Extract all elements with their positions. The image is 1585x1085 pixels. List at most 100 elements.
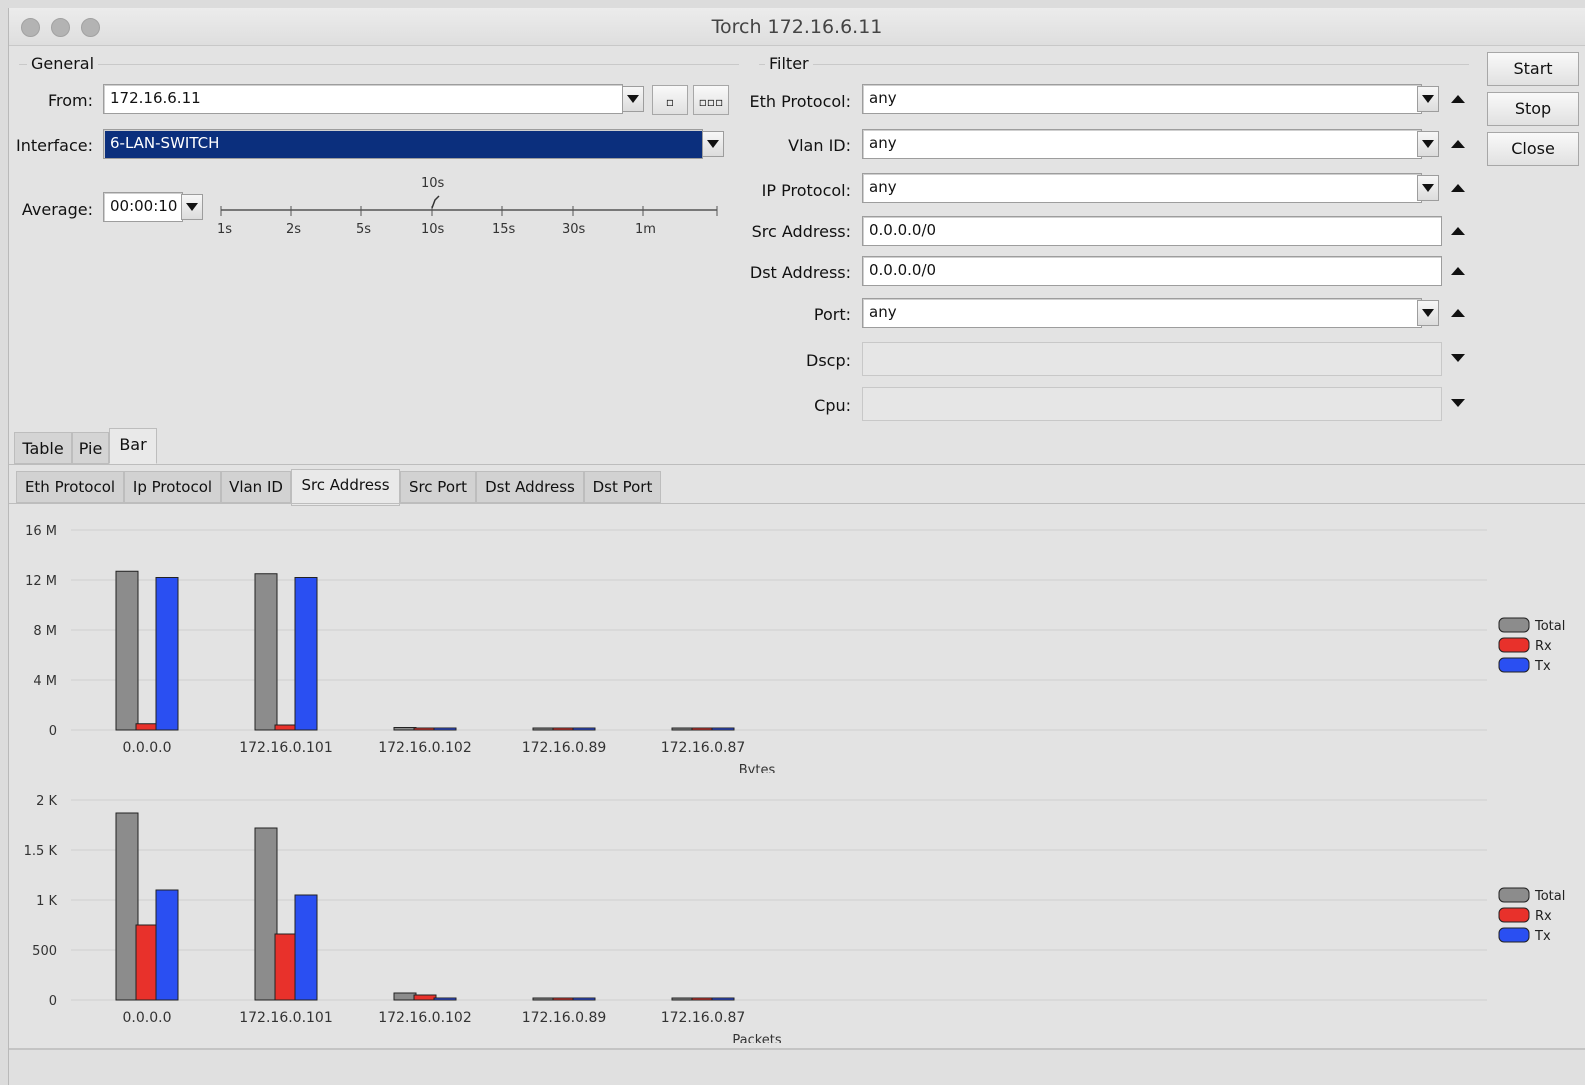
bar-total: [115, 570, 139, 731]
y-tick-label: 500: [32, 944, 57, 959]
tab-dst-address[interactable]: Dst Address: [476, 471, 584, 503]
collapse-up-icon[interactable]: [1451, 140, 1465, 148]
bar-tx: [711, 727, 735, 731]
from-input[interactable]: 172.16.6.11: [103, 84, 623, 114]
expand-down-icon[interactable]: [1451, 399, 1465, 407]
tab-dst-port[interactable]: Dst Port: [584, 471, 661, 503]
chevron-down-icon: [1422, 309, 1434, 317]
status-bar: [9, 1048, 1585, 1085]
slider-tick-label: 1m: [635, 222, 656, 237]
torch-window: Torch 172.16.6.11 General From: 172.16.6…: [8, 8, 1585, 1085]
bar-tx: [572, 727, 596, 731]
x-axis-label: Packets: [732, 1033, 782, 1043]
dscp-input[interactable]: [862, 342, 1442, 376]
category-label: 172.16.0.89: [522, 1010, 607, 1026]
category-label: 172.16.0.102: [378, 1010, 472, 1026]
category-label: 0.0.0.0: [123, 1010, 172, 1026]
bytes-chart: 0 4 M 8 M 12 M 16 M 0.0.0.0 172.16.0.101 172.16…: [25, 524, 1565, 773]
tab-eth-protocol[interactable]: Eth Protocol: [16, 471, 124, 503]
ip-protocol-label: IP Protocol:: [761, 181, 851, 200]
port-dropdown-button[interactable]: [1417, 300, 1439, 326]
legend-swatch: [1498, 907, 1530, 923]
bar-rx: [552, 997, 576, 1001]
legend-label: Rx: [1535, 639, 1552, 654]
subtabs-divider: [9, 503, 1585, 504]
bar-tx: [572, 997, 596, 1001]
ip-protocol-dropdown-button[interactable]: [1417, 175, 1439, 201]
expand-down-icon[interactable]: [1451, 354, 1465, 362]
legend-swatch: [1498, 927, 1530, 943]
bar-tx: [155, 577, 179, 731]
vlan-id-select[interactable]: any: [862, 129, 1422, 159]
tab-pie[interactable]: Pie: [72, 432, 109, 464]
vlan-id-dropdown-button[interactable]: [1417, 131, 1439, 157]
slider-tick-label: 30s: [562, 222, 586, 237]
cpu-input[interactable]: [862, 387, 1442, 421]
vlan-id-label: Vlan ID:: [788, 136, 851, 155]
add-single-button[interactable]: ▫: [652, 85, 688, 115]
tab-src-address[interactable]: Src Address: [291, 469, 400, 506]
tab-table[interactable]: Table: [14, 432, 72, 464]
legend-swatch: [1498, 637, 1530, 653]
bar-tx: [711, 997, 735, 1001]
src-address-input[interactable]: 0.0.0.0/0: [862, 216, 1442, 246]
close-button[interactable]: Close: [1487, 132, 1579, 166]
bar-total: [115, 812, 139, 1001]
tab-src-port[interactable]: Src Port: [400, 471, 476, 503]
legend-swatch: [1498, 887, 1530, 903]
from-dropdown-button[interactable]: [622, 86, 644, 112]
chevron-down-icon: [1422, 184, 1434, 192]
title-bar[interactable]: Torch 172.16.6.11: [9, 8, 1585, 46]
legend-swatch: [1498, 617, 1530, 633]
bar-rx: [274, 724, 298, 731]
dst-address-input[interactable]: 0.0.0.0/0: [862, 256, 1442, 286]
average-dropdown-button[interactable]: [181, 194, 203, 220]
bar-tx: [433, 727, 457, 731]
y-tick-label: 2 K: [36, 794, 57, 809]
bar-total: [393, 727, 417, 731]
port-select[interactable]: any: [862, 298, 1422, 328]
slider-tick-label: 1s: [217, 222, 233, 237]
collapse-up-icon[interactable]: [1451, 267, 1465, 275]
slider-tick-label: 15s: [492, 222, 516, 237]
chevron-down-icon: [186, 203, 198, 211]
bar-total: [532, 997, 556, 1001]
tab-vlan-id[interactable]: Vlan ID: [221, 471, 291, 503]
y-tick-label: 4 M: [33, 674, 57, 689]
collapse-up-icon[interactable]: [1451, 95, 1465, 103]
dst-address-label: Dst Address:: [749, 263, 851, 282]
tab-ip-protocol[interactable]: Ip Protocol: [124, 471, 221, 503]
bar-rx: [274, 933, 298, 1001]
bar-total: [671, 727, 695, 731]
category-label: 172.16.0.102: [378, 740, 472, 756]
tab-bar[interactable]: Bar: [109, 428, 157, 464]
y-tick-label: 0: [49, 724, 57, 739]
bar-rx: [413, 994, 437, 1001]
category-label: 0.0.0.0: [123, 740, 172, 756]
bar-tx: [433, 997, 457, 1001]
bar-rx: [691, 727, 715, 731]
chevron-down-icon: [1422, 95, 1434, 103]
ip-protocol-select[interactable]: any: [862, 173, 1422, 203]
interface-select[interactable]: 6-LAN-SWITCH: [103, 129, 703, 159]
category-label: 172.16.0.87: [661, 1010, 746, 1026]
collapse-up-icon[interactable]: [1451, 184, 1465, 192]
collapse-up-icon[interactable]: [1451, 227, 1465, 235]
y-tick-label: 1.5 K: [24, 844, 58, 859]
slider-thumb: [431, 195, 440, 209]
eth-protocol-select[interactable]: any: [862, 84, 1422, 114]
bar-total: [671, 997, 695, 1001]
port-label: Port:: [813, 305, 851, 324]
legend-label: Tx: [1534, 929, 1551, 944]
y-tick-label: 16 M: [25, 524, 57, 539]
average-input[interactable]: 00:00:10: [103, 192, 183, 222]
stop-button[interactable]: Stop: [1487, 92, 1579, 126]
category-label: 172.16.0.101: [239, 1010, 333, 1026]
legend-label: Total: [1534, 619, 1565, 634]
general-group-border: [19, 64, 739, 65]
filter-group-border: [759, 64, 1469, 65]
eth-protocol-dropdown-button[interactable]: [1417, 86, 1439, 112]
start-button[interactable]: Start: [1487, 52, 1579, 86]
collapse-up-icon[interactable]: [1451, 309, 1465, 317]
legend-label: Rx: [1535, 909, 1552, 924]
